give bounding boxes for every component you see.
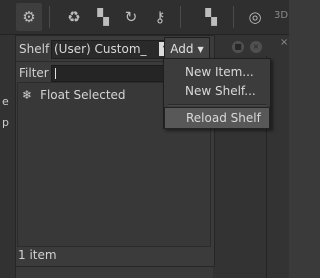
- key-icon[interactable]: ⚷: [147, 3, 173, 31]
- clapper-icon-2[interactable]: ▚: [198, 3, 224, 31]
- float-panel-icon[interactable]: ■: [232, 41, 244, 53]
- toolbar-3d-label[interactable]: 3D: [274, 10, 288, 21]
- menu-item-new-item[interactable]: New Item...: [164, 62, 270, 82]
- menu-item-new-shelf[interactable]: New Shelf...: [164, 81, 270, 101]
- left-panel-text: p: [2, 116, 9, 129]
- toolbar-divider: [49, 6, 50, 28]
- main-toolbar: ⚙ ♻ ▚ ↻ ⚷ ▚ ◎ 3D: [0, 0, 289, 35]
- recycle-icon[interactable]: ♻: [61, 3, 87, 31]
- spiral-icon[interactable]: ◎: [242, 3, 268, 31]
- menu-item-reload-shelf[interactable]: Reload Shelf: [164, 107, 270, 129]
- filter-label: Filter: [19, 66, 49, 80]
- menu-separator: [168, 104, 266, 106]
- close-panel-icon[interactable]: ×: [250, 41, 262, 53]
- close-icon[interactable]: ×: [280, 37, 288, 48]
- chevron-down-icon: ▼: [197, 44, 204, 54]
- shelf-dropdown-value: (User) Custom_: [54, 42, 147, 56]
- snowflake-icon: ❄: [22, 88, 33, 102]
- menu-item-label: Reload Shelf: [186, 111, 261, 125]
- filter-input[interactable]: [51, 65, 179, 82]
- toolbar-divider: [180, 6, 181, 28]
- add-button-label: Add: [170, 42, 194, 56]
- menu-item-label: New Shelf...: [185, 84, 256, 98]
- toolbar-divider: [233, 6, 234, 28]
- list-item-label: Float Selected: [40, 88, 126, 102]
- shelf-label: Shelf: [19, 42, 50, 56]
- menu-item-label: New Item...: [185, 65, 254, 79]
- text-cursor: [55, 68, 56, 79]
- shelf-dropdown[interactable]: (User) Custom_ ▼: [51, 40, 175, 59]
- gear-icon[interactable]: ⚙: [16, 3, 42, 31]
- clapper-icon[interactable]: ▚: [90, 3, 116, 31]
- left-panel-text: e: [2, 95, 9, 108]
- rotate-icon[interactable]: ↻: [118, 3, 144, 31]
- left-side-panel: e p: [0, 35, 16, 278]
- add-dropdown-menu: New Item... New Shelf... Reload Shelf: [163, 58, 271, 129]
- item-count-status: 1 item: [18, 248, 57, 262]
- list-item[interactable]: ❄ Float Selected: [22, 88, 126, 102]
